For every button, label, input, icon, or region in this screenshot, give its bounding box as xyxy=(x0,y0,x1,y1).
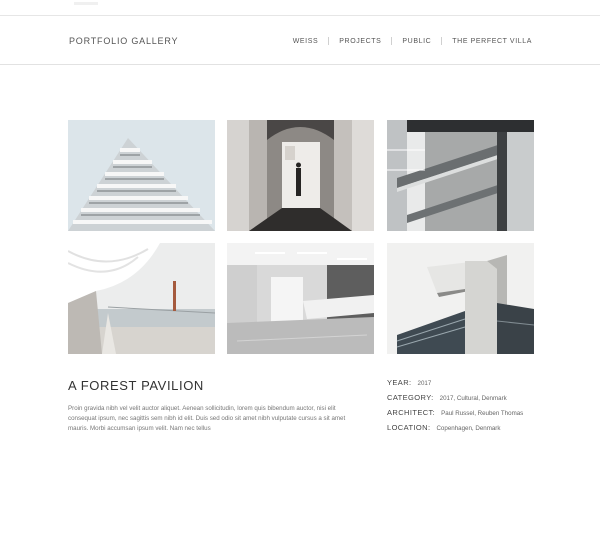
top-strip xyxy=(0,0,600,16)
gallery-image-lobby[interactable] xyxy=(227,243,374,354)
main-nav: WEISS PROJECTS PUBLIC THE PERFECT VILLA xyxy=(283,37,532,45)
detail-row-architect: ARCHITECT: Paul Russel, Reuben Thomas xyxy=(387,408,547,423)
site-header: PORTFOLIO GALLERY WEISS PROJECTS PUBLIC … xyxy=(0,16,600,65)
detail-label: YEAR: xyxy=(387,378,412,387)
detail-value: Paul Russel, Reuben Thomas xyxy=(441,410,524,417)
nav-item-the-perfect-villa[interactable]: THE PERFECT VILLA xyxy=(442,38,532,45)
site-brand[interactable]: PORTFOLIO GALLERY xyxy=(69,36,178,46)
detail-row-location: LOCATION: Copenhagen, Denmark xyxy=(387,423,547,438)
gallery-image-building-corner[interactable] xyxy=(387,243,534,354)
detail-row-category: CATEGORY: 2017, Cultural, Denmark xyxy=(387,393,547,408)
detail-value: 2017 xyxy=(417,380,432,387)
nav-item-public[interactable]: PUBLIC xyxy=(392,38,441,45)
nav-item-weiss[interactable]: WEISS xyxy=(283,38,329,45)
project-details: YEAR: 2017 CATEGORY: 2017, Cultural, Den… xyxy=(387,378,547,438)
gallery-image-stepped-tower[interactable] xyxy=(68,120,215,231)
project-description: Proin gravida nibh vel velit auctor aliq… xyxy=(68,405,346,432)
project-gallery xyxy=(68,120,534,354)
detail-value: Copenhagen, Denmark xyxy=(436,425,501,432)
project-title: A FOREST PAVILION xyxy=(68,378,204,393)
top-strip-marker xyxy=(74,2,98,5)
gallery-image-hall[interactable] xyxy=(227,120,374,231)
detail-label: ARCHITECT: xyxy=(387,408,436,417)
detail-value: 2017, Cultural, Denmark xyxy=(439,395,507,402)
detail-label: CATEGORY: xyxy=(387,393,434,402)
nav-item-projects[interactable]: PROJECTS xyxy=(329,38,391,45)
detail-label: LOCATION: xyxy=(387,423,431,432)
detail-row-year: YEAR: 2017 xyxy=(387,378,547,393)
gallery-image-pavilion[interactable] xyxy=(68,243,215,354)
gallery-image-staircase[interactable] xyxy=(387,120,534,231)
